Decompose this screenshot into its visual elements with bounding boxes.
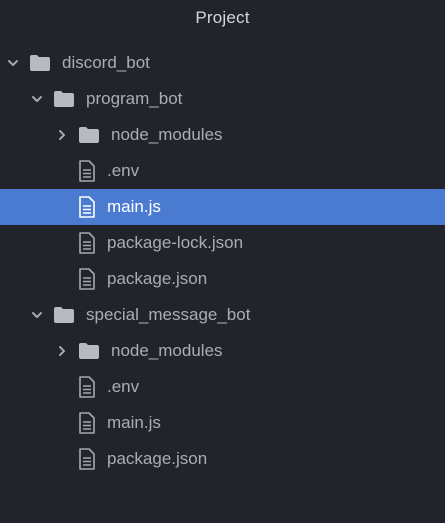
file-text-icon [77, 196, 97, 218]
tree-item-folder[interactable]: node_modules [0, 333, 445, 369]
tree-item-file[interactable]: package.json [0, 441, 445, 477]
tree-item-label: package.json [107, 449, 208, 468]
chevron-right-icon[interactable] [55, 344, 69, 358]
tree-item-label: special_message_bot [86, 305, 251, 324]
folder-icon [52, 89, 76, 109]
chevron-down-icon[interactable] [30, 92, 44, 106]
tree-item-folder[interactable]: node_modules [0, 117, 445, 153]
tree-item-label: main.js [107, 413, 161, 432]
tree-item-file[interactable]: main.js [0, 405, 445, 441]
tree-item-label: package.json [107, 269, 208, 288]
tree-item-folder[interactable]: program_bot [0, 81, 445, 117]
tree-item-label: .env [107, 161, 140, 180]
tree-item-label: discord_bot [62, 53, 150, 72]
file-text-icon [77, 412, 97, 434]
chevron-right-icon[interactable] [55, 128, 69, 142]
file-text-icon [77, 268, 97, 290]
tree-item-label: .env [107, 377, 140, 396]
project-panel: Project discord_bot program_bot node_mod… [0, 0, 445, 523]
tree-item-file[interactable]: .env [0, 153, 445, 189]
folder-icon [77, 341, 101, 361]
tree-item-label: program_bot [86, 89, 183, 108]
folder-icon [77, 125, 101, 145]
folder-icon [28, 53, 52, 73]
tree-item-file[interactable]: package-lock.json [0, 225, 445, 261]
chevron-down-icon[interactable] [30, 308, 44, 322]
tree-item-label: node_modules [111, 341, 223, 360]
file-text-icon [77, 232, 97, 254]
folder-icon [52, 305, 76, 325]
tree-item-file[interactable]: package.json [0, 261, 445, 297]
tree-item-label: package-lock.json [107, 233, 244, 252]
tree-item-label: main.js [107, 197, 161, 216]
file-text-icon [77, 160, 97, 182]
tree-item-label: node_modules [111, 125, 223, 144]
file-text-icon [77, 376, 97, 398]
file-tree: discord_bot program_bot node_modules .en… [0, 45, 445, 477]
tree-item-file[interactable]: .env [0, 369, 445, 405]
file-text-icon [77, 448, 97, 470]
tree-item-folder[interactable]: special_message_bot [0, 297, 445, 333]
panel-title: Project [195, 8, 250, 27]
tree-item-file-selected[interactable]: main.js [0, 189, 445, 225]
chevron-down-icon[interactable] [6, 56, 20, 70]
tree-item-folder[interactable]: discord_bot [0, 45, 445, 81]
